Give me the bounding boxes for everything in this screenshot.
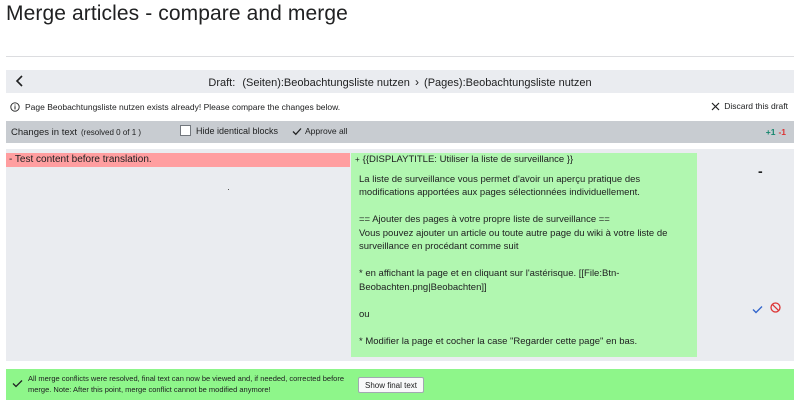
- draft-target-title: (Pages):Beobachtungsliste nutzen: [424, 77, 592, 89]
- check-icon: [292, 127, 302, 135]
- changes-header: Changes in text (resolved 0 of 1 ) Hide …: [6, 121, 794, 143]
- stray-dot: [228, 189, 229, 190]
- added-block: + {{DISPLAYTITLE: Utiliser la liste de su…: [351, 153, 697, 357]
- diff-area: - Test content before translation. + {{DI…: [6, 149, 794, 361]
- back-arrow-icon[interactable]: [12, 73, 28, 89]
- resolved-count: (resolved 0 of 1 ): [81, 127, 142, 137]
- removed-marker: -: [758, 163, 763, 179]
- added-first-line-text: {{DISPLAYTITLE: Utiliser la liste de sur…: [362, 154, 574, 165]
- discard-draft-button[interactable]: Discard this draft: [711, 101, 788, 111]
- draft-source-title: (Seiten):Beobachtungsliste nutzen: [242, 77, 410, 89]
- removed-line: - Test content before translation.: [6, 153, 350, 167]
- hide-identical-toggle[interactable]: Hide identical blocks: [180, 125, 278, 136]
- hide-identical-checkbox[interactable]: [180, 125, 191, 136]
- removed-count: -1: [778, 127, 786, 137]
- approve-all-label: Approve all: [305, 126, 348, 136]
- hide-identical-label: Hide identical blocks: [196, 125, 279, 136]
- added-body-text: La liste de surveillance vous permet d'a…: [359, 174, 668, 347]
- success-message: All merge conflicts were resolved, final…: [28, 374, 345, 394]
- added-prefix: +: [355, 155, 360, 164]
- close-icon: [711, 102, 720, 110]
- draft-bar: Draft: (Seiten):Beobachtungsliste nutzen…: [6, 70, 794, 93]
- discard-label: Discard this draft: [724, 101, 788, 111]
- info-icon: [10, 102, 20, 112]
- check-icon: [12, 379, 23, 390]
- success-bar: All merge conflicts were resolved, final…: [6, 369, 794, 400]
- reject-icon[interactable]: [770, 300, 781, 318]
- approve-all-button[interactable]: Approve all: [292, 126, 348, 136]
- notice-row: Page Beobachtungsliste nutzen exists alr…: [6, 96, 794, 118]
- notice-text: Page Beobachtungsliste nutzen exists alr…: [25, 102, 341, 112]
- change-stats: +1 -1: [766, 127, 786, 137]
- draft-label: Draft:: [208, 77, 236, 89]
- title-divider: [6, 56, 794, 57]
- added-first-line: + {{DISPLAYTITLE: Utiliser la liste de su…: [351, 153, 697, 167]
- chevron-right-icon: ›: [414, 75, 419, 89]
- draft-heading: Draft: (Seiten):Beobachtungsliste nutzen…: [6, 75, 794, 89]
- changes-title: Changes in text: [11, 126, 78, 138]
- show-final-text-button[interactable]: Show final text: [358, 377, 425, 393]
- accept-icon[interactable]: [752, 301, 763, 319]
- added-count: +1: [765, 127, 776, 137]
- page-title: Merge articles - compare and merge: [6, 2, 348, 25]
